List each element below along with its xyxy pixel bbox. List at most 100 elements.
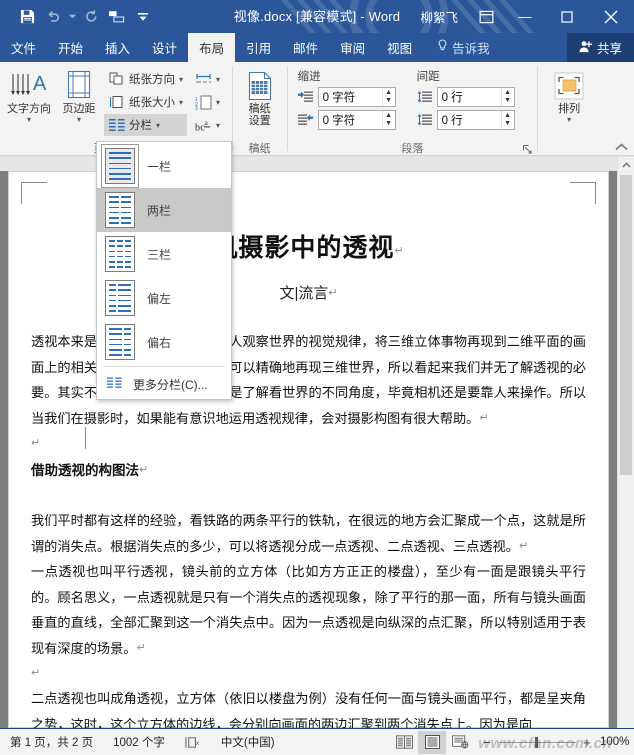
ribbon-display-options-icon[interactable] [468, 0, 504, 33]
close-button[interactable] [588, 0, 634, 33]
customize-qat-icon[interactable] [131, 6, 155, 28]
paper-orientation-button[interactable]: 纸张方向 ▾ [104, 68, 187, 90]
scroll-up-icon[interactable] [618, 157, 634, 173]
paper-size-button[interactable]: 纸张大小 ▾ [104, 91, 187, 113]
hyphenation-button[interactable]: bc a ▾ [191, 114, 224, 136]
columns-menu-item-left[interactable]: 偏左 [97, 276, 231, 320]
svg-text:A: A [33, 73, 47, 95]
indent-right-stepper[interactable]: ▲ ▼ [381, 111, 395, 129]
page-setup-small-buttons-2: ▾ 1 2 3 ▾ bc a ▾ [191, 66, 224, 136]
spacing-after-stepper[interactable]: ▲ ▼ [500, 111, 514, 129]
account-name[interactable]: 柳絮飞 [410, 7, 468, 26]
title-bar: 视像.docx [兼容模式] - Word 柳絮飞 — [0, 0, 634, 33]
spacing-after-field[interactable]: 0 行 ▲ ▼ [436, 110, 515, 130]
group-label-paragraph: 段落 [401, 143, 424, 155]
vertical-scrollbar[interactable] [617, 157, 634, 728]
paragraph-dialog-launcher[interactable] [521, 143, 533, 155]
indent-block: 缩进 0 字符 ▲ ▼ 0 字符 ▲ ▼ [292, 66, 399, 133]
tell-me-box[interactable]: 告诉我 [423, 33, 501, 62]
language-indicator[interactable]: 中文(中国) [211, 734, 285, 750]
scrollbar-thumb[interactable] [620, 175, 632, 475]
page-indicator[interactable]: 第 1 页，共 2 页 [0, 734, 103, 750]
line-numbers-button[interactable]: 1 2 3 ▾ [191, 91, 224, 113]
chevron-down-icon[interactable]: ▾ [216, 98, 220, 107]
undo-dropdown-caret-icon[interactable] [67, 6, 77, 28]
doc-paragraph: 二点透视也叫成角透视，立方体（依旧以楼盘为例）没有任何一面与镜头画面平行，都是呈… [31, 691, 586, 728]
indent-right-field[interactable]: 0 字符 ▲ ▼ [317, 110, 396, 130]
indent-right-value: 0 字符 [322, 115, 356, 127]
indent-left-icon [298, 89, 314, 105]
arrange-button[interactable]: 排列 ▾ [544, 66, 594, 124]
collapse-ribbon-button[interactable] [615, 142, 628, 154]
columns-dropdown-menu[interactable]: 一栏 两栏 三栏 偏左 偏右 更多分栏(C)... [96, 141, 232, 400]
paper-size-label: 纸张大小 [129, 97, 175, 109]
tab-home[interactable]: 开始 [47, 33, 94, 62]
save-icon[interactable] [15, 6, 39, 28]
tab-insert[interactable]: 插入 [94, 33, 141, 62]
paper-orientation-icon [108, 71, 125, 88]
columns-menu-item-right[interactable]: 偏右 [97, 320, 231, 364]
columns-menu-item-three[interactable]: 三栏 [97, 232, 231, 276]
zoom-level[interactable]: 100% [600, 736, 634, 748]
touch-mode-icon[interactable] [105, 6, 129, 28]
zoom-control[interactable]: − + [474, 735, 600, 750]
maximize-button[interactable] [546, 0, 588, 33]
columns-menu-item-label: 三栏 [147, 247, 172, 262]
svg-text:x: x [196, 739, 200, 746]
zoom-slider[interactable] [498, 736, 576, 748]
print-layout-button[interactable] [418, 730, 446, 754]
tab-references[interactable]: 引用 [235, 33, 282, 62]
manuscript-settings-button[interactable]: 稿纸 设置 [237, 66, 283, 127]
text-direction-button[interactable]: A 文字方向 ▾ [4, 66, 54, 124]
chevron-down-icon[interactable]: ▾ [179, 75, 183, 84]
chevron-down-icon[interactable]: ▾ [216, 75, 220, 84]
person-add-icon [579, 40, 593, 56]
margins-button[interactable]: 页边距 ▾ [54, 66, 104, 124]
proofing-errors-icon[interactable]: x [175, 736, 211, 749]
minimize-button[interactable]: — [504, 0, 546, 33]
spacing-before-field[interactable]: 0 行 ▲ ▼ [436, 87, 515, 107]
titlebar-right: 柳絮飞 — [410, 0, 634, 33]
tab-file[interactable]: 文件 [0, 33, 47, 62]
share-button[interactable]: 共享 [566, 33, 634, 62]
columns-menu-item-one[interactable]: 一栏 [97, 144, 231, 188]
document-canvas[interactable]: 机摄影中的透视↵ 文|流言↵ 透视本来是绘画中的术语，即根据人观察世界的视觉规律… [0, 171, 617, 728]
tab-layout[interactable]: 布局 [188, 33, 236, 62]
line-numbers-icon: 1 2 3 [195, 94, 212, 111]
tab-review[interactable]: 审阅 [329, 33, 376, 62]
chevron-down-icon[interactable]: ▾ [156, 121, 160, 130]
zoom-slider-knob[interactable] [535, 736, 538, 748]
redo-icon[interactable] [79, 6, 103, 28]
read-mode-button[interactable] [390, 731, 418, 754]
text-direction-icon: A [7, 69, 51, 101]
breaks-button[interactable]: ▾ [191, 68, 224, 90]
zoom-in-button[interactable]: + [582, 735, 592, 750]
spacing-before-row: 0 行 ▲ ▼ [417, 87, 515, 107]
chevron-down-icon[interactable]: ▾ [216, 121, 220, 130]
columns-menu-item-label: 两栏 [147, 203, 172, 218]
chevron-down-icon[interactable]: ▾ [567, 116, 571, 124]
zoom-out-button[interactable]: − [482, 735, 492, 750]
more-columns-menu-item[interactable]: 更多分栏(C)... [97, 369, 231, 399]
tab-view[interactable]: 视图 [376, 33, 423, 62]
chevron-down-icon[interactable]: ▾ [179, 98, 183, 107]
columns-button[interactable]: 分栏 ▾ [104, 114, 188, 136]
columns-menu-item-label: 偏左 [147, 291, 172, 306]
indent-left-stepper[interactable]: ▲ ▼ [381, 88, 395, 106]
columns-menu-item-two[interactable]: 两栏 [97, 188, 231, 232]
word-count[interactable]: 1002 个字 [103, 734, 175, 750]
tab-mailings[interactable]: 邮件 [282, 33, 329, 62]
spacing-before-stepper[interactable]: ▲ ▼ [500, 88, 514, 106]
pilcrow-mark: ↵ [139, 464, 149, 476]
undo-icon[interactable] [41, 6, 65, 28]
more-columns-label: 更多分栏(C)... [133, 377, 208, 392]
chevron-down-icon[interactable]: ▾ [27, 116, 31, 124]
chevron-down-icon[interactable]: ▾ [77, 116, 81, 124]
manuscript-settings-icon [247, 69, 273, 101]
pilcrow-mark: ↵ [31, 667, 41, 679]
indent-left-field[interactable]: 0 字符 ▲ ▼ [317, 87, 396, 107]
tab-design[interactable]: 设计 [141, 33, 188, 62]
right-column-thumbnail-icon [105, 324, 135, 360]
three-column-thumbnail-icon [105, 236, 135, 272]
web-layout-button[interactable] [446, 731, 474, 754]
